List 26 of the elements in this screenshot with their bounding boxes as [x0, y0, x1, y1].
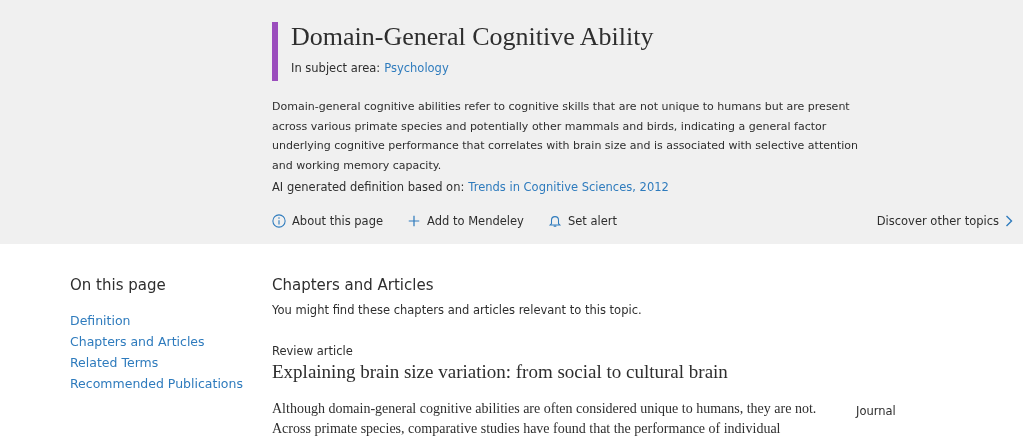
action-link[interactable]: About this page — [272, 212, 384, 230]
discover-link[interactable]: Discover other topics — [876, 212, 1013, 230]
sidebar-heading: On this page — [70, 276, 167, 294]
sidebar-link[interactable]: Related Terms — [70, 352, 272, 373]
accent-bar — [272, 22, 278, 82]
source-label: AI generated definition based on: — [272, 179, 465, 197]
plus-icon — [407, 214, 422, 229]
action-link[interactable]: Set alert — [547, 212, 617, 230]
subject-label: In subject area: — [291, 60, 381, 77]
sidebar-link[interactable]: Chapters and Articles — [70, 331, 272, 352]
info-icon — [272, 214, 286, 229]
page-title: Domain-General Cognitive Ability — [291, 22, 654, 52]
article-title[interactable]: Explaining brain size variation: from social to cultural brain — [272, 360, 896, 384]
action-link[interactable]: Add to Mendeley — [407, 212, 524, 230]
section-heading: Chapters and Articles — [272, 276, 435, 294]
chevron-right-icon — [1005, 215, 1013, 228]
subject-link[interactable]: Psychology — [384, 60, 449, 78]
source-type: Journal — [856, 403, 896, 421]
article-abstract: Although domain-general cognitive abilities are often considered unique to humans, they are not. Across primate species, comparative studies have found that the performance of individual — [272, 400, 818, 439]
definition-text: Domain-general cognitive abilities refer to cognitive skills that are not unique to humans but are present across various primate species and potentially other mammals and birds, indicating a general factor underlying cognitive performance that correlates with brain size and is associated with selective attention and working memory capacity. — [272, 99, 860, 174]
article-type: Review article — [272, 343, 354, 361]
sidebar-link[interactable]: Recommended Publications — [70, 373, 272, 394]
source-link[interactable]: Trends in Cognitive Sciences, 2012 — [468, 179, 669, 197]
sidebar-link[interactable]: Definition — [70, 310, 272, 331]
section-intro: You might find these chapters and articles relevant to this topic. — [272, 302, 643, 319]
bell-icon — [547, 214, 562, 229]
